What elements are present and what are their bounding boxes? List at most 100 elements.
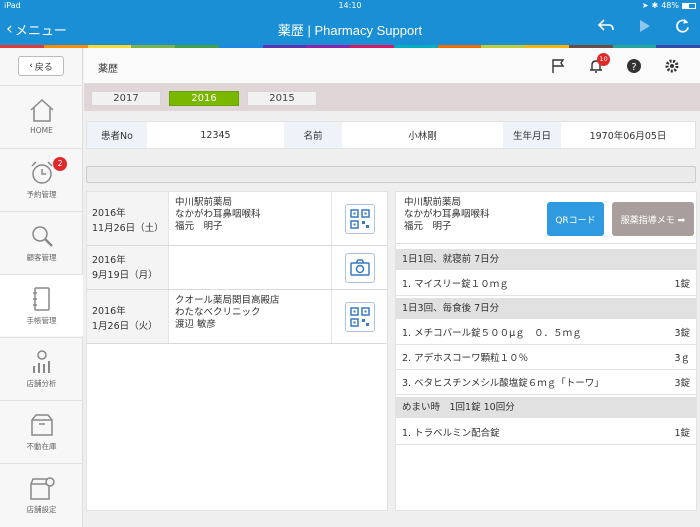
play-icon[interactable] <box>634 18 654 40</box>
sidebar-item-notebook[interactable]: 手帳管理 <box>0 274 83 336</box>
medication-row[interactable]: 1. マイスリー錠１０ｍｇ 1錠 <box>396 271 696 296</box>
nav-actions <box>596 18 692 40</box>
battery-icon <box>682 2 696 9</box>
sidebar-item-store-settings[interactable]: 店舗設定 <box>0 463 83 525</box>
medication-qty: 1錠 <box>674 428 690 439</box>
qr-code-icon <box>349 208 370 229</box>
sidebar-item-label: 不動在庫 <box>26 442 57 451</box>
medication-memo-button[interactable]: 服薬指導メモ ➡ <box>612 202 694 236</box>
medication-name: 1. マイスリー錠１０ｍｇ <box>402 279 509 290</box>
box-icon <box>30 414 53 436</box>
visit-place <box>169 246 331 289</box>
medication-qty: 3錠 <box>674 378 690 389</box>
reservation-badge: 2 <box>53 157 67 171</box>
patient-birth-value: 1970年06月05日 <box>589 131 667 142</box>
sidebar-item-label: 店舗設定 <box>26 505 57 514</box>
visit-day: 1月26日（火） <box>92 321 158 332</box>
flag-icon[interactable] <box>550 58 566 74</box>
list-item[interactable]: 2016年 9月19日（月） <box>87 246 387 290</box>
pharmacy-name: クオール薬局関目高殿店 <box>175 295 280 306</box>
tab-year-2016[interactable]: 2016 <box>169 91 239 106</box>
medication-name: 1. メチコバール錠５００μｇ ０．５ｍｇ <box>402 328 582 339</box>
visit-day: 11月26日（土） <box>92 223 164 234</box>
page-title: 薬歴 <box>98 64 118 75</box>
detail-header: 中川駅前薬局 なかがわ耳鼻咽喉科 福元 明子 QRコード 服薬指導メモ ➡ <box>396 192 696 244</box>
sidebar: ‹ 戻る HOME 2 予約管理 顧客管理 手帳管理 店舗分析 不動在庫 店舗設… <box>0 48 83 527</box>
notification-badge: 10 <box>597 53 610 66</box>
medication-name: 2. アデホスコーワ顆粒１０％ <box>402 353 529 364</box>
visit-year: 2016年 <box>92 208 126 219</box>
sidebar-item-dead-stock[interactable]: 不動在庫 <box>0 400 83 462</box>
refresh-icon[interactable] <box>672 18 692 40</box>
pharmacist-name: 渡辺 敏彦 <box>175 319 217 330</box>
list-item[interactable]: 2016年 1月26日（火） クオール薬局関目高殿店 わたなべクリニック 渡辺 … <box>87 290 387 344</box>
camera-button[interactable] <box>344 252 375 283</box>
qr-code-button[interactable] <box>344 301 375 332</box>
status-right: ➤ ✱ 48% <box>642 1 696 10</box>
sidebar-item-analytics[interactable]: 店舗分析 <box>0 337 83 399</box>
medication-row[interactable]: 3. ベタヒスチンメシル酸塩錠６ｍｇ「トーワ」 3錠 <box>396 370 696 395</box>
visit-action-cell <box>331 192 387 245</box>
bluetooth-icon: ✱ <box>651 1 659 10</box>
visit-place: 中川駅前薬局 なかがわ耳鼻咽喉科 福元 明子 <box>169 192 331 245</box>
visit-year: 2016年 <box>92 255 126 266</box>
qr-code-button[interactable] <box>344 203 375 234</box>
app-title: 薬歴 | Pharmacy Support <box>277 23 423 38</box>
analytics-icon <box>32 350 50 373</box>
battery-percent: 48% <box>661 1 679 10</box>
qr-code-button[interactable]: QRコード <box>547 202 604 236</box>
back-label: 戻る <box>34 62 53 73</box>
patient-birth-label: 生年月日 <box>503 122 561 148</box>
pharmacy-name: 中川駅前薬局 <box>175 197 233 208</box>
header-tools: 10 ? <box>550 53 680 74</box>
clinic-name: なかがわ耳鼻咽喉科 <box>175 209 261 220</box>
prescription-detail-panel: 中川駅前薬局 なかがわ耳鼻咽喉科 福元 明子 QRコード 服薬指導メモ ➡ 1日… <box>395 191 697 511</box>
year-tab-bar: 2017 2016 2015 <box>84 84 700 111</box>
alarm-clock-icon <box>30 161 53 184</box>
sidebar-item-label: HOME <box>30 126 53 135</box>
svg-text:?: ? <box>631 62 636 73</box>
sidebar-item-reservations[interactable]: 2 予約管理 <box>0 148 83 210</box>
visit-year: 2016年 <box>92 306 126 317</box>
sidebar-item-label: 店舗分析 <box>26 379 57 388</box>
home-icon <box>29 98 54 122</box>
store-settings-icon <box>29 477 55 500</box>
medication-qty: 3錠 <box>674 328 690 339</box>
visit-day: 9月19日（月） <box>92 270 158 281</box>
medication-qty: 3ｇ <box>674 353 690 364</box>
medication-row[interactable]: 1. メチコバール錠５００μｇ ０．５ｍｇ 3錠 <box>396 320 696 345</box>
undo-icon[interactable] <box>596 18 616 40</box>
detail-info: 中川駅前薬局 なかがわ耳鼻咽喉科 福元 明子 <box>404 197 490 233</box>
sidebar-item-customers[interactable]: 顧客管理 <box>0 211 83 273</box>
visit-action-cell <box>331 290 387 343</box>
medication-name: 1. トラベルミン配合錠 <box>402 428 500 439</box>
sidebar-item-label: 顧客管理 <box>26 253 57 262</box>
visit-date: 2016年 1月26日（火） <box>87 290 169 343</box>
tab-year-2017[interactable]: 2017 <box>91 91 161 106</box>
sidebar-item-label: 予約管理 <box>26 190 57 199</box>
search-icon <box>31 226 53 247</box>
pharmacist-name: 福元 明子 <box>175 221 223 232</box>
list-item[interactable]: 2016年 11月26日（土） 中川駅前薬局 なかがわ耳鼻咽喉科 福元 明子 <box>87 192 387 246</box>
medication-name: 3. ベタヒスチンメシル酸塩錠６ｍｇ「トーワ」 <box>402 378 604 389</box>
location-icon: ➤ <box>641 1 649 10</box>
dosage-section-header: めまい時 1回1錠 10回分 <box>396 397 696 418</box>
clinic-name: わたなべクリニック <box>175 307 261 318</box>
gear-icon[interactable] <box>664 58 680 74</box>
progress-bar <box>86 166 696 183</box>
notebook-icon <box>32 287 50 311</box>
medication-row[interactable]: 2. アデホスコーワ顆粒１０％ 3ｇ <box>396 345 696 370</box>
detail-pharmacy: 中川駅前薬局 <box>404 197 462 208</box>
bell-icon[interactable]: 10 <box>588 53 610 74</box>
sidebar-item-home[interactable]: HOME <box>0 85 83 147</box>
status-bar: iPad 14:10 ➤ ✱ 48% <box>0 0 700 12</box>
medication-row[interactable]: 1. トラベルミン配合錠 1錠 <box>396 420 696 445</box>
tab-year-2015[interactable]: 2015 <box>247 91 317 106</box>
help-icon[interactable]: ? <box>626 58 642 74</box>
back-button[interactable]: ‹ 戻る <box>18 56 64 76</box>
dosage-section-header: 1日1回、就寝前 7日分 <box>396 249 696 270</box>
patient-info-bar: 患者No 12345 名前 小林剛 生年月日 1970年06月05日 <box>86 121 696 149</box>
sidebar-item-label: 手帳管理 <box>26 316 57 325</box>
qr-code-icon <box>349 306 370 327</box>
visit-date: 2016年 9月19日（月） <box>87 246 169 289</box>
